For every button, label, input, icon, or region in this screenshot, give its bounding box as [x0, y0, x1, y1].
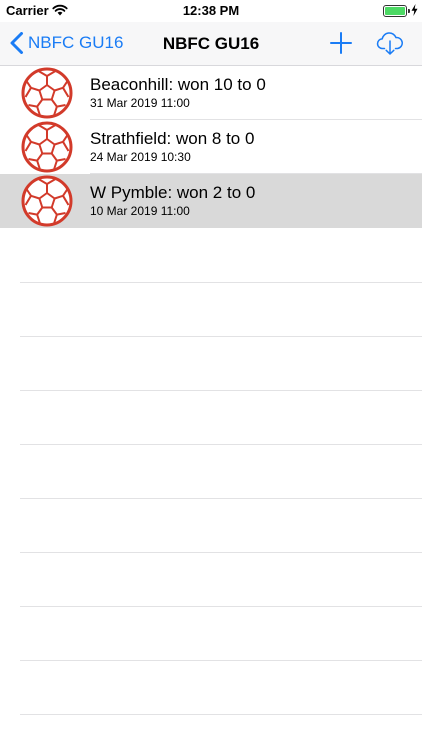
empty-row-separator [20, 282, 422, 283]
back-button[interactable]: NBFC GU16 [10, 32, 123, 54]
match-datetime: 31 Mar 2019 11:00 [90, 96, 190, 110]
empty-row-separator [20, 714, 422, 715]
match-row-0[interactable]: Beaconhill: won 10 to 0 31 Mar 2019 11:0… [0, 66, 422, 120]
cloud-download-icon[interactable] [376, 30, 404, 56]
match-datetime: 10 Mar 2019 11:00 [90, 204, 190, 218]
match-row-1[interactable]: Strathfield: won 8 to 0 24 Mar 2019 10:3… [0, 120, 422, 174]
clock: 12:38 PM [182, 3, 240, 18]
battery-cap [408, 9, 410, 13]
battery-fill [385, 7, 405, 15]
match-list: Beaconhill: won 10 to 0 31 Mar 2019 11:0… [0, 66, 422, 228]
empty-row-separator [20, 444, 422, 445]
back-button-label: NBFC GU16 [28, 33, 124, 52]
navigation-bar: NBFC GU16 NBFC GU16 [0, 22, 422, 66]
match-title: Strathfield: won 8 to 0 [90, 129, 255, 148]
empty-row-separator [20, 606, 422, 607]
empty-row-separator [20, 552, 422, 553]
soccer-ball-icon [21, 121, 73, 173]
empty-row-separator [20, 390, 422, 391]
status-bar: Carrier 12:38 PM [0, 0, 422, 22]
soccer-ball-icon [21, 67, 73, 119]
match-datetime: 24 Mar 2019 10:30 [90, 150, 191, 164]
empty-row-separator [20, 336, 422, 337]
match-title: W Pymble: won 2 to 0 [90, 183, 256, 202]
empty-row-separator [20, 498, 422, 499]
battery-icon [383, 5, 407, 17]
empty-row-separator [20, 660, 422, 661]
match-title: Beaconhill: won 10 to 0 [90, 75, 266, 94]
match-row-2[interactable]: W Pymble: won 2 to 0 10 Mar 2019 11:00 [0, 174, 422, 228]
plus-icon[interactable] [330, 32, 352, 54]
charging-bolt-icon [411, 4, 418, 16]
chevron-left-icon [10, 32, 23, 54]
soccer-ball-icon [21, 175, 73, 227]
